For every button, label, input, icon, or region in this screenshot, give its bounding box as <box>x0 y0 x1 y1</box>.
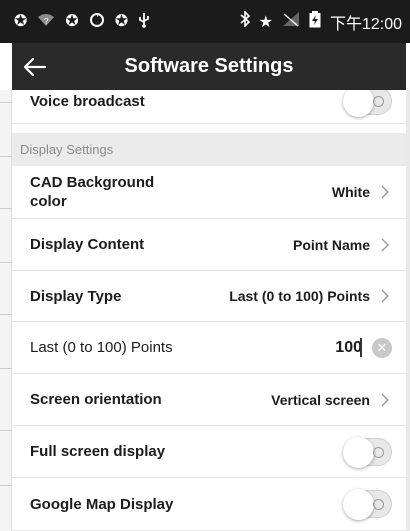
settings-list: Voice broadcast Display Settings CAD Bac… <box>12 90 406 531</box>
setting-label-line1: CAD Background <box>30 174 155 191</box>
setting-row-last-points: Last (0 to 100) Points ✕ <box>12 322 406 374</box>
sync-icon <box>89 12 105 32</box>
status-right-icons: ★ 下午12:00 <box>240 10 402 34</box>
background-panel-left <box>0 90 12 531</box>
chevron-right-icon <box>381 185 389 199</box>
close-icon: ✕ <box>376 340 388 355</box>
bluetooth-icon <box>240 10 250 32</box>
setting-label: Display Content <box>30 236 145 253</box>
setting-row-full-screen-display[interactable]: Full screen display <box>12 426 406 478</box>
app-notification-icon: ✪ <box>65 12 79 30</box>
app-bar: Software Settings <box>12 43 406 90</box>
background-divider <box>0 208 12 209</box>
setting-row-display-content[interactable]: Display Content Point Name <box>12 219 406 271</box>
toggle-knob <box>343 489 374 520</box>
setting-row-google-map-display[interactable]: Google Map Display <box>12 478 406 531</box>
setting-label: Display Type <box>30 287 122 305</box>
status-left-icons: ✪ ? ✪ ✪ <box>14 12 150 32</box>
app-notification-icon: ✪ <box>14 12 28 30</box>
setting-label: Last (0 to 100) Points <box>30 339 173 356</box>
setting-label: Full screen display <box>30 443 166 460</box>
setting-value: White <box>331 184 370 200</box>
svg-text:?: ? <box>44 17 49 26</box>
background-divider <box>0 430 12 431</box>
toggle-knob <box>343 436 374 468</box>
wifi-question-icon: ? <box>37 13 55 31</box>
status-bar: ✪ ? ✪ ✪ ★ 下午12:00 <box>0 0 410 43</box>
setting-label: Google Map Display <box>30 495 174 513</box>
background-panel-right <box>406 90 410 531</box>
back-button[interactable] <box>12 43 58 90</box>
voice-broadcast-toggle[interactable] <box>343 90 392 117</box>
status-time: 下午12:00 <box>329 15 402 33</box>
background-divider <box>0 368 12 369</box>
section-header-display-settings: Display Settings <box>12 133 406 166</box>
app-notification-icon: ✪ <box>114 12 129 30</box>
signal-icon <box>282 11 300 32</box>
toggle-off-indicator <box>373 446 384 458</box>
setting-label: Screen orientation <box>30 391 162 408</box>
usb-icon <box>138 12 150 32</box>
setting-value: Last (0 to 100) Points <box>229 288 370 304</box>
google-map-toggle[interactable] <box>343 489 392 520</box>
chevron-right-icon <box>381 393 389 406</box>
toggle-off-indicator <box>373 499 384 510</box>
toggle-off-indicator <box>373 96 384 107</box>
toggle-knob <box>343 90 374 117</box>
setting-label: Voice broadcast <box>30 93 145 110</box>
full-screen-toggle[interactable] <box>343 436 392 468</box>
chevron-right-icon <box>381 238 389 251</box>
setting-value: Vertical screen <box>271 391 370 408</box>
background-divider <box>0 156 12 157</box>
setting-label-line2: color <box>30 193 67 210</box>
background-divider <box>0 485 12 486</box>
star-icon: ★ <box>258 13 273 31</box>
setting-label-block: CAD Background color <box>30 173 154 211</box>
text-caret <box>360 338 362 357</box>
background-divider <box>0 262 12 263</box>
setting-row-cad-background-color[interactable]: CAD Background color White <box>12 166 406 219</box>
battery-icon <box>309 10 321 33</box>
clear-input-button[interactable]: ✕ <box>372 337 392 358</box>
last-points-input[interactable] <box>302 338 362 357</box>
setting-row-voice-broadcast[interactable]: Voice broadcast <box>12 90 406 124</box>
setting-row-display-type[interactable]: Display Type Last (0 to 100) Points <box>12 271 406 322</box>
setting-row-screen-orientation[interactable]: Screen orientation Vertical screen <box>12 374 406 426</box>
arrow-left-icon <box>23 57 47 76</box>
setting-value: Point Name <box>292 236 370 253</box>
page-title: Software Settings <box>124 55 294 77</box>
background-divider <box>0 102 12 103</box>
chevron-right-icon <box>381 289 389 303</box>
background-divider <box>0 314 12 315</box>
